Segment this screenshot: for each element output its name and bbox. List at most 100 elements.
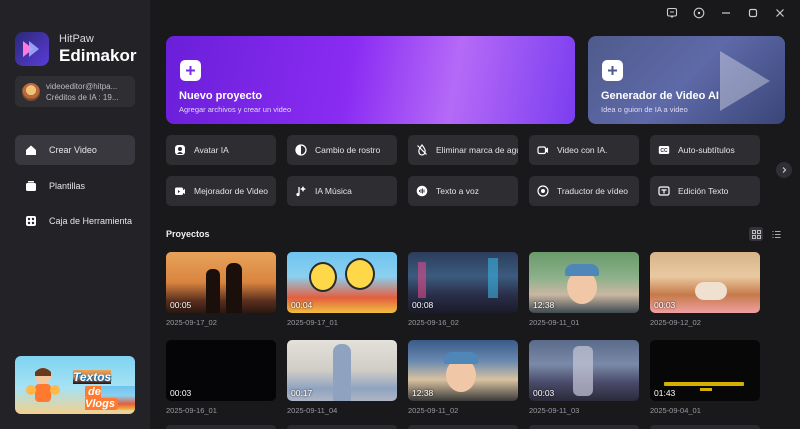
subtitle-bar [700,388,712,391]
project-card-partial[interactable] [287,425,397,429]
project-card[interactable]: 01:43 2025-09-04_01 [650,340,760,415]
tool-label: Edición Texto [678,186,729,196]
project-duration: 00:08 [412,300,434,310]
tool-remove-watermark[interactable]: Eliminar marca de agua [408,135,518,165]
app-logo: HitPaw Edimakor [15,32,136,66]
project-thumbnail: 12:38 [529,252,639,313]
project-thumbnail: 00:17 [287,340,397,401]
sidebar: HitPaw Edimakor videoeditor@hitpa... Cré… [0,0,150,429]
project-thumbnail: 00:04 [287,252,397,313]
user-account-card[interactable]: videoeditor@hitpa... Créditos de IA : 19… [15,76,135,107]
project-name: 2025-09-17_02 [166,318,217,327]
project-duration: 00:17 [291,388,313,398]
tool-ai-music[interactable]: IA Música [287,176,397,206]
user-email: videoeditor@hitpa... [46,81,118,91]
project-thumbnail: 12:38 [408,340,518,401]
project-name: 2025-09-04_01 [650,406,701,415]
tool-label: IA Música [315,186,352,196]
toolbox-icon [24,214,38,228]
project-card[interactable]: 00:08 2025-09-16_02 [408,252,518,327]
translate-icon [537,185,549,197]
templates-icon [24,179,38,193]
project-card[interactable]: 00:03 2025-09-16_01 [166,340,276,415]
project-name: 2025-09-16_02 [408,318,459,327]
grid-view-icon[interactable] [749,227,763,241]
tool-ai-video[interactable]: Video con IA. [529,135,639,165]
project-card[interactable]: 00:04 2025-09-17_01 [287,252,397,327]
project-card[interactable]: 00:03 2025-09-12_02 [650,252,760,327]
brand-name-line1: HitPaw [59,32,94,45]
project-card[interactable]: 12:38 2025-09-11_01 [529,252,639,327]
svg-text:CC: CC [660,148,668,154]
project-duration: 00:03 [533,388,555,398]
tool-text-to-speech[interactable]: Texto a voz [408,176,518,206]
tool-label: Auto-subtítulos [678,145,735,155]
tool-video-translator[interactable]: Traductor de vídeo [529,176,639,206]
tool-avatar-ia[interactable]: Avatar IA [166,135,276,165]
project-card[interactable]: 00:03 2025-09-11_03 [529,340,639,415]
project-card-partial[interactable] [529,425,639,429]
tool-auto-subtitles[interactable]: CC Auto-subtítulos [650,135,760,165]
project-name: 2025-09-11_02 [408,406,459,415]
project-thumbnail: 00:03 [650,252,760,313]
plus-icon [602,60,623,81]
project-card-partial[interactable] [408,425,518,429]
brand-name-line2: Edimakor [59,45,137,65]
sidebar-item-label: Plantillas [49,181,86,191]
sidebar-item-templates[interactable]: Plantillas [15,171,135,201]
tool-label: Mejorador de Video [194,186,269,196]
sidebar-item-label: Crear Video [49,145,97,155]
subtitles-icon: CC [658,144,670,156]
sidebar-item-label: Caja de Herramienta [49,216,133,226]
project-duration: 12:38 [533,300,555,310]
new-project-subtitle: Agregar archivos y crear un video [179,105,292,114]
tool-label: Avatar IA [194,145,229,155]
project-card[interactable]: 00:05 2025-09-17_02 [166,252,276,327]
project-duration: 12:38 [412,388,434,398]
tts-icon [416,185,428,197]
tool-text-editing[interactable]: Edición Texto [650,176,760,206]
window-controls [665,4,800,22]
help-icon[interactable] [692,6,706,20]
ai-credits: Créditos de IA : 19... [46,92,119,102]
watermark-remove-icon [416,144,428,156]
project-thumbnail: 01:43 [650,340,760,401]
vlogger-illustration-icon [26,368,60,402]
project-name: 2025-09-16_01 [166,406,217,415]
minimize-icon[interactable] [719,6,733,20]
sidebar-item-toolbox[interactable]: Caja de Herramienta [15,206,135,236]
maximize-icon[interactable] [746,6,760,20]
home-icon [24,143,38,157]
tool-label: Eliminar marca de agua [436,145,518,155]
project-thumbnail: 00:03 [166,340,276,401]
project-card[interactable]: 12:38 2025-09-11_02 [408,340,518,415]
avatar-icon [174,144,186,156]
tool-video-enhancer[interactable]: Mejorador de Video [166,176,276,206]
ai-video-icon [537,144,549,156]
project-card-partial[interactable] [166,425,276,429]
tool-label: Traductor de vídeo [557,186,629,196]
chevron-right-icon[interactable] [776,162,792,178]
promo-subtitle: de Vlogs [85,386,135,410]
avatar [22,82,40,101]
project-card[interactable]: 00:17 2025-09-11_04 [287,340,397,415]
tool-face-swap[interactable]: Cambio de rostro [287,135,397,165]
edimakor-logo-icon [15,32,49,66]
plus-icon [180,60,201,81]
close-icon[interactable] [773,6,787,20]
sidebar-item-create-video[interactable]: Crear Video [15,135,135,165]
ai-video-generator-subtitle: Idea o guion de IA a video [601,105,688,114]
new-project-card[interactable]: Nuevo proyecto Agregar archivos y crear … [166,36,575,124]
projects-section-title: Proyectos [166,229,210,239]
promo-banner[interactable]: Textos de Vlogs [15,356,135,414]
project-name: 2025-09-17_01 [287,318,338,327]
tool-label: Video con IA. [557,145,608,155]
ai-video-generator-card[interactable]: Generador de Video AI Idea o guion de IA… [588,36,785,124]
project-duration: 00:03 [170,388,192,398]
project-name: 2025-09-11_01 [529,318,580,327]
project-card-partial[interactable] [650,425,760,429]
feedback-icon[interactable] [665,6,679,20]
project-thumbnail: 00:03 [529,340,639,401]
project-name: 2025-09-11_03 [529,406,580,415]
list-view-icon[interactable] [769,227,783,241]
